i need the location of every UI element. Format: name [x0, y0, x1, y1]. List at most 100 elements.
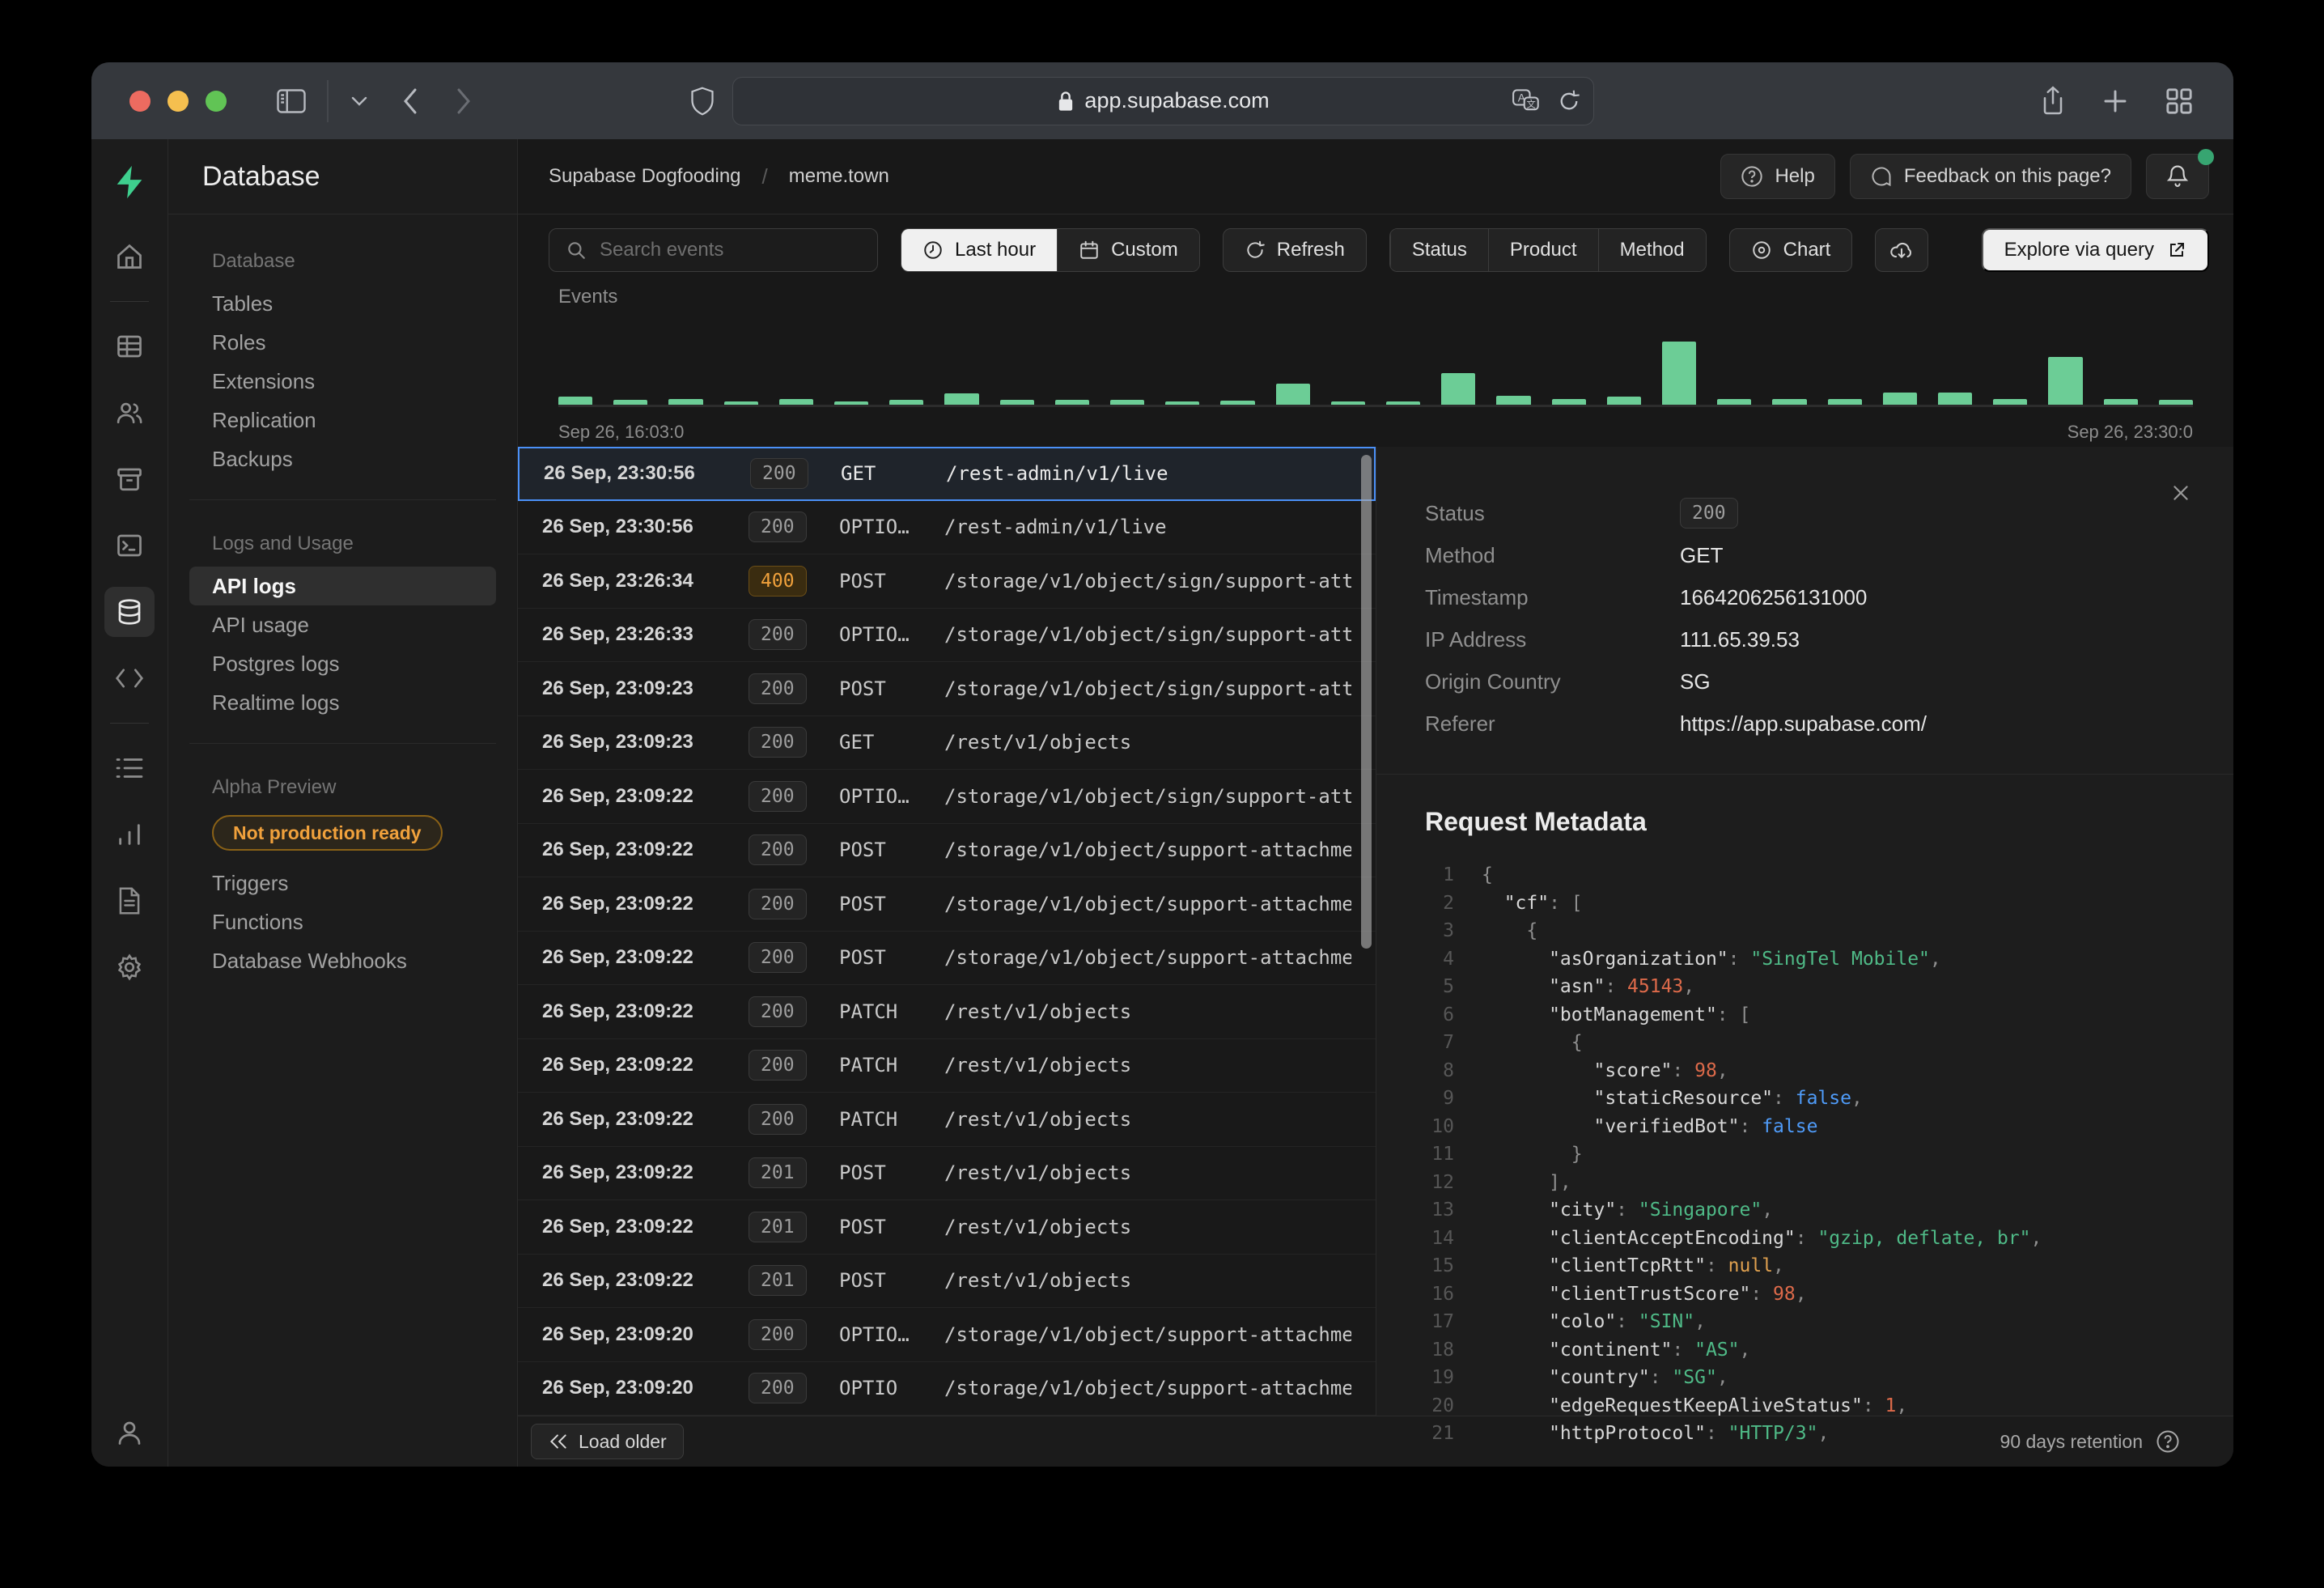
- sidebar-nav-item[interactable]: Database Webhooks: [189, 941, 496, 980]
- log-row[interactable]: 26 Sep, 23:09:20 200 OPTIO… /storage/v1/…: [518, 1308, 1376, 1362]
- chart-bar[interactable]: [1662, 342, 1696, 405]
- docs-icon[interactable]: [104, 876, 155, 926]
- chart-bar[interactable]: [889, 400, 923, 405]
- custom-range-button[interactable]: Custom: [1057, 229, 1199, 271]
- sidebar-nav-item[interactable]: Realtime logs: [189, 683, 496, 722]
- sidebar-nav-item[interactable]: Replication: [189, 401, 496, 439]
- chart-bar[interactable]: [1717, 399, 1751, 405]
- chart-bar[interactable]: [613, 400, 647, 405]
- breadcrumb-org[interactable]: Supabase Dogfooding: [549, 165, 741, 188]
- log-row[interactable]: 26 Sep, 23:30:56 200 OPTIO… /rest-admin/…: [518, 501, 1376, 555]
- request-metadata-code[interactable]: 1 { 2 "cf": [ 3 { 4: [1425, 861, 2185, 1448]
- chart-bar[interactable]: [1441, 373, 1475, 405]
- account-icon[interactable]: [115, 1418, 144, 1447]
- tab-overview-icon[interactable]: [2165, 86, 2193, 117]
- close-icon[interactable]: [2170, 482, 2191, 503]
- search-input[interactable]: [600, 239, 861, 261]
- chart-bar[interactable]: [1552, 399, 1586, 405]
- sidebar-nav-item[interactable]: API logs: [189, 567, 496, 605]
- sidebar-nav-item[interactable]: API usage: [189, 605, 496, 644]
- chart-bar[interactable]: [1165, 401, 1199, 405]
- chart-bar[interactable]: [1772, 399, 1806, 405]
- minimize-window-button[interactable]: [168, 91, 189, 112]
- sidebar-nav-item[interactable]: Postgres logs: [189, 644, 496, 683]
- chart-bar[interactable]: [1055, 400, 1089, 405]
- chart-bar[interactable]: [1220, 401, 1254, 405]
- log-row[interactable]: 26 Sep, 23:09:22 201 POST /rest/v1/objec…: [518, 1147, 1376, 1201]
- chart-bar[interactable]: [2048, 357, 2082, 405]
- logs-icon[interactable]: [104, 743, 155, 793]
- chart-bar[interactable]: [2159, 400, 2193, 405]
- privacy-shield-icon[interactable]: [690, 87, 715, 116]
- back-button[interactable]: [401, 87, 419, 116]
- chart-bar[interactable]: [1496, 396, 1530, 405]
- chevron-down-icon[interactable]: [350, 95, 369, 108]
- feedback-button[interactable]: Feedback on this page?: [1850, 154, 2131, 199]
- chart-bar[interactable]: [558, 397, 592, 405]
- last-hour-button[interactable]: Last hour: [901, 229, 1057, 271]
- sidebar-nav-item[interactable]: Triggers: [189, 864, 496, 902]
- explore-via-query-button[interactable]: Explore via query: [1982, 228, 2209, 272]
- log-row[interactable]: 26 Sep, 23:09:22 200 PATCH /rest/v1/obje…: [518, 1093, 1376, 1147]
- log-row[interactable]: 26 Sep, 23:09:22 200 POST /storage/v1/ob…: [518, 877, 1376, 932]
- log-row[interactable]: 26 Sep, 23:09:23 200 POST /storage/v1/ob…: [518, 662, 1376, 716]
- chart-bar[interactable]: [1110, 400, 1144, 405]
- chart-bar[interactable]: [1276, 384, 1310, 405]
- database-icon[interactable]: [104, 587, 155, 637]
- sidebar-nav-item[interactable]: Functions: [189, 902, 496, 941]
- log-row[interactable]: 26 Sep, 23:09:22 201 POST /rest/v1/objec…: [518, 1255, 1376, 1309]
- log-row[interactable]: 26 Sep, 23:30:56 200 GET /rest-admin/v1/…: [518, 447, 1376, 501]
- help-button[interactable]: Help: [1720, 154, 1834, 199]
- refresh-button[interactable]: Refresh: [1223, 228, 1367, 272]
- chart-bar[interactable]: [1993, 399, 2027, 405]
- forward-button[interactable]: [455, 87, 473, 116]
- log-row[interactable]: 26 Sep, 23:09:20 200 OPTIO /storage/v1/o…: [518, 1362, 1376, 1416]
- log-row[interactable]: 26 Sep, 23:09:23 200 GET /rest/v1/object…: [518, 716, 1376, 771]
- chart-bar[interactable]: [834, 401, 868, 405]
- chart-bar[interactable]: [668, 399, 702, 405]
- translate-icon[interactable]: A文: [1512, 89, 1540, 113]
- sidebar-nav-item[interactable]: Extensions: [189, 362, 496, 401]
- storage-icon[interactable]: [104, 454, 155, 504]
- auth-icon[interactable]: [104, 388, 155, 438]
- api-icon[interactable]: [104, 653, 155, 703]
- sidebar-nav-item[interactable]: Backups: [189, 439, 496, 478]
- chart-bar[interactable]: [1883, 393, 1917, 405]
- filter-button[interactable]: Product: [1488, 229, 1598, 271]
- supabase-logo[interactable]: [104, 157, 155, 207]
- log-row[interactable]: 26 Sep, 23:09:22 200 PATCH /rest/v1/obje…: [518, 985, 1376, 1039]
- chart-bar[interactable]: [1828, 399, 1862, 405]
- sidebar-toggle-icon[interactable]: [277, 89, 306, 113]
- chart-toggle-button[interactable]: Chart: [1729, 228, 1853, 272]
- close-window-button[interactable]: [129, 91, 151, 112]
- sidebar-nav-item[interactable]: Tables: [189, 284, 496, 323]
- log-row[interactable]: 26 Sep, 23:09:22 200 POST /storage/v1/ob…: [518, 824, 1376, 878]
- log-row[interactable]: 26 Sep, 23:09:22 200 PATCH /rest/v1/obje…: [518, 1039, 1376, 1093]
- filter-button[interactable]: Status: [1390, 229, 1488, 271]
- url-bar[interactable]: app.supabase.com A文: [732, 77, 1594, 125]
- search-events-box[interactable]: [549, 228, 878, 272]
- chart-bar[interactable]: [1938, 393, 1972, 405]
- chart-bar[interactable]: [1386, 401, 1420, 405]
- load-older-button[interactable]: Load older: [531, 1424, 684, 1459]
- table-editor-icon[interactable]: [104, 321, 155, 372]
- reload-icon[interactable]: [1558, 89, 1580, 113]
- log-row[interactable]: 26 Sep, 23:26:34 400 POST /storage/v1/ob…: [518, 554, 1376, 609]
- download-logs-button[interactable]: [1875, 228, 1928, 272]
- chart-bar[interactable]: [1331, 401, 1365, 405]
- log-row[interactable]: 26 Sep, 23:09:22 201 POST /rest/v1/objec…: [518, 1200, 1376, 1255]
- chart-bar[interactable]: [1607, 397, 1641, 405]
- settings-icon[interactable]: [104, 942, 155, 992]
- chart-bar[interactable]: [1000, 400, 1034, 405]
- new-tab-icon[interactable]: [2102, 86, 2128, 117]
- sidebar-nav-item[interactable]: Roles: [189, 323, 496, 362]
- scrollbar-thumb[interactable]: [1361, 455, 1372, 949]
- chart-bar[interactable]: [944, 393, 978, 405]
- breadcrumb-project[interactable]: meme.town: [789, 165, 889, 188]
- chart-bar[interactable]: [2104, 399, 2138, 405]
- chart-bar[interactable]: [724, 401, 758, 405]
- log-row[interactable]: 26 Sep, 23:09:22 200 OPTIO… /storage/v1/…: [518, 770, 1376, 824]
- share-icon[interactable]: [2041, 86, 2065, 117]
- reports-icon[interactable]: [104, 809, 155, 860]
- log-row[interactable]: 26 Sep, 23:26:33 200 OPTIO… /storage/v1/…: [518, 609, 1376, 663]
